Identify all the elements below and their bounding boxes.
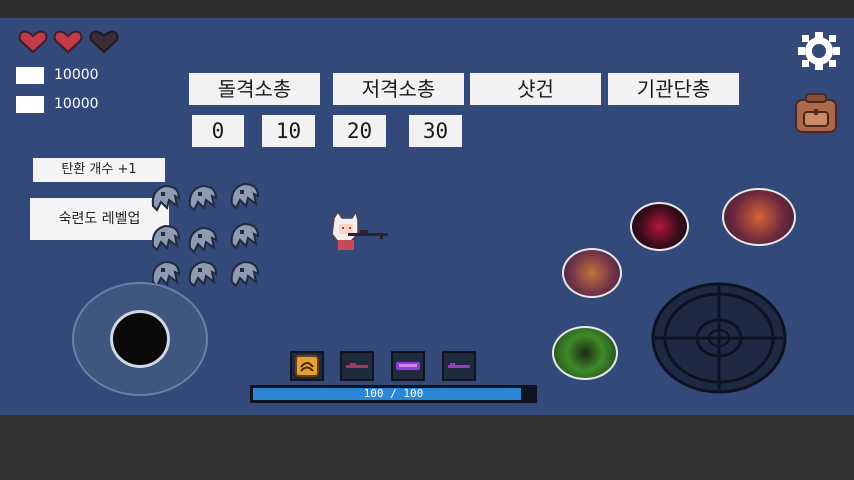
weapon-slot-4[interactable]	[442, 351, 476, 381]
top-letterbox	[0, 0, 854, 18]
purple-weapon-icon	[396, 362, 420, 370]
ghost-enemy-icon[interactable]	[147, 220, 183, 252]
resource-1-icon	[16, 67, 44, 84]
heart-icon	[53, 30, 83, 54]
ammo-icon	[295, 355, 319, 377]
health-bar: 100 / 100	[250, 385, 537, 403]
ghost-enemy-icon[interactable]	[226, 256, 262, 288]
joystick-knob[interactable]	[110, 310, 170, 368]
tab-assault-rifle[interactable]: 돌격소총	[189, 73, 320, 105]
tab-shotgun[interactable]: 샷건	[470, 73, 601, 105]
rifle-slot-icon	[346, 363, 368, 368]
weapon-slot-icon	[448, 363, 470, 368]
resource-2-value: 10000	[54, 96, 99, 112]
gear-icon[interactable]	[798, 32, 840, 70]
weapon-slot-1[interactable]	[290, 351, 324, 381]
skill-button-poison[interactable]	[552, 326, 618, 380]
heart-icon	[18, 30, 48, 54]
tab-sniper-rifle[interactable]: 저격소총	[333, 73, 464, 105]
heart-empty-icon	[89, 30, 119, 54]
health-text: 100 / 100	[363, 387, 424, 400]
aim-joystick[interactable]	[651, 282, 787, 394]
skill-button-blood[interactable]	[630, 202, 689, 251]
resource-1-value: 10000	[54, 67, 99, 83]
movement-joystick[interactable]	[72, 282, 208, 396]
bottom-letterbox	[0, 415, 854, 480]
weapon-slot-3[interactable]	[391, 351, 425, 381]
skill-button-flame[interactable]	[562, 248, 622, 298]
ghost-enemy-icon[interactable]	[226, 178, 262, 210]
ghost-enemy-icon[interactable]	[226, 218, 262, 250]
ammo-plus-button[interactable]: 탄환 개수 +1	[33, 158, 165, 182]
level-value: 0	[192, 115, 244, 147]
game-viewport: 10000 10000 돌격소총 저격소총 샷건 기관단총 0 10 20 30…	[0, 18, 854, 415]
skill-button-fire[interactable]	[722, 188, 796, 246]
ghost-enemy-icon[interactable]	[184, 256, 220, 288]
resource-2-icon	[16, 96, 44, 113]
weapon-slot-2[interactable]	[340, 351, 374, 381]
level-value: 20	[333, 115, 386, 147]
ghost-enemy-icon[interactable]	[147, 180, 183, 212]
backpack-icon[interactable]	[792, 92, 840, 134]
player-character	[331, 212, 388, 250]
level-value: 10	[262, 115, 315, 147]
tab-submachine-gun[interactable]: 기관단총	[608, 73, 739, 105]
level-value: 30	[409, 115, 462, 147]
ghost-enemy-icon[interactable]	[184, 222, 220, 254]
ghost-enemy-icon[interactable]	[184, 180, 220, 212]
